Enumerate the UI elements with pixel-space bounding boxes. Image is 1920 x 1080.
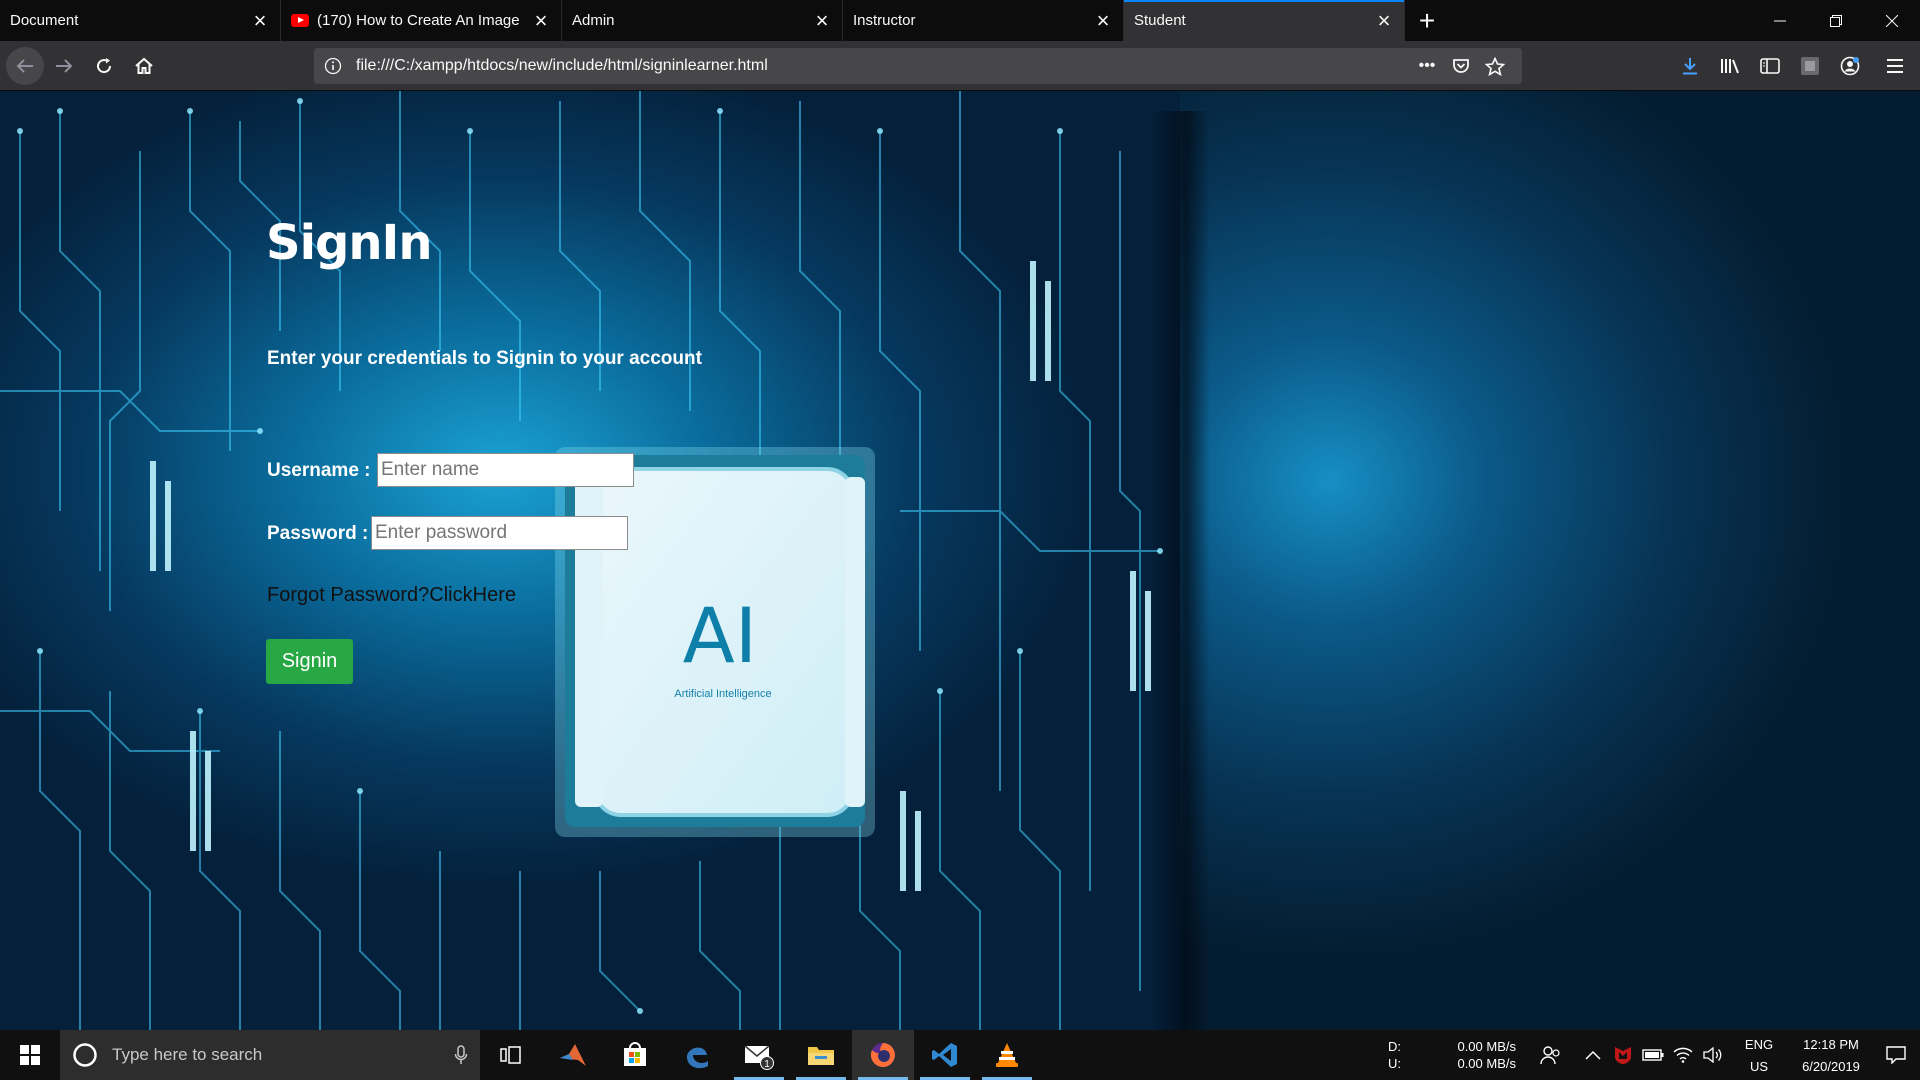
menu-icon[interactable] bbox=[1870, 46, 1920, 86]
tab-document[interactable]: Document × bbox=[0, 0, 281, 41]
tab-title: Student bbox=[1134, 12, 1186, 29]
page-title: SignIn bbox=[266, 215, 433, 271]
tab-admin[interactable]: Admin × bbox=[562, 0, 843, 41]
page-actions-icon[interactable]: ••• bbox=[1410, 51, 1444, 81]
background-glow bbox=[1180, 91, 1920, 1030]
url-text[interactable]: file:///C:/xampp/htdocs/new/include/html… bbox=[356, 57, 1410, 75]
store-icon[interactable] bbox=[604, 1030, 666, 1080]
restore-icon[interactable] bbox=[1808, 0, 1864, 41]
wifi-icon[interactable] bbox=[1668, 1030, 1698, 1080]
close-window-icon[interactable] bbox=[1864, 0, 1920, 41]
toolbar-right bbox=[1670, 41, 1920, 91]
matlab-icon[interactable] bbox=[542, 1030, 604, 1080]
tab-title: Instructor bbox=[853, 12, 916, 29]
close-tab-icon[interactable]: × bbox=[1093, 8, 1113, 33]
url-bar[interactable]: file:///C:/xampp/htdocs/new/include/html… bbox=[314, 48, 1522, 84]
bookmark-star-icon[interactable] bbox=[1478, 51, 1512, 81]
clock-time: 12:18 PM bbox=[1803, 1036, 1859, 1052]
library-icon[interactable] bbox=[1710, 46, 1750, 86]
tab-title: Admin bbox=[572, 12, 615, 29]
net-up-label: U: bbox=[1388, 1056, 1401, 1071]
username-input[interactable] bbox=[377, 453, 634, 487]
downloads-icon[interactable] bbox=[1670, 46, 1710, 86]
username-label: Username : bbox=[267, 460, 371, 481]
notifications-icon[interactable] bbox=[1872, 1030, 1920, 1080]
signin-button[interactable]: Signin bbox=[266, 639, 353, 684]
clock[interactable]: 12:18 PM 6/20/2019 bbox=[1790, 1036, 1872, 1075]
tab-strip: Document × (170) How to Create An Image … bbox=[0, 0, 1920, 41]
net-down-speed: 0.00 MB/s bbox=[1457, 1039, 1516, 1054]
new-tab-button[interactable]: + bbox=[1405, 0, 1449, 41]
show-hidden-icons-icon[interactable] bbox=[1578, 1030, 1608, 1080]
navigation-toolbar: file:///C:/xampp/htdocs/new/include/html… bbox=[0, 41, 1920, 91]
taskbar-search[interactable]: Type here to search bbox=[60, 1030, 480, 1080]
password-label: Password : bbox=[267, 523, 369, 544]
mcafee-icon[interactable] bbox=[1608, 1030, 1638, 1080]
microphone-icon[interactable] bbox=[454, 1045, 468, 1065]
extension-icon[interactable] bbox=[1790, 46, 1830, 86]
page-content: AI Artificial Intelligence SignIn Enter … bbox=[0, 91, 1920, 1030]
tab-youtube[interactable]: (170) How to Create An Image × bbox=[281, 0, 562, 41]
tab-instructor[interactable]: Instructor × bbox=[843, 0, 1124, 41]
input-language[interactable]: ENG US bbox=[1734, 1036, 1784, 1075]
search-placeholder: Type here to search bbox=[112, 1045, 263, 1064]
close-tab-icon[interactable]: × bbox=[812, 8, 832, 33]
close-tab-icon[interactable]: × bbox=[531, 8, 551, 33]
volume-icon[interactable] bbox=[1698, 1030, 1728, 1080]
battery-icon[interactable] bbox=[1638, 1030, 1668, 1080]
info-icon[interactable] bbox=[324, 57, 342, 75]
start-button[interactable] bbox=[0, 1030, 60, 1080]
tab-title: (170) How to Create An Image bbox=[317, 12, 520, 29]
back-arrow-icon bbox=[16, 58, 33, 73]
net-up-speed: 0.00 MB/s bbox=[1457, 1056, 1516, 1071]
net-labels: D: U: bbox=[1388, 1038, 1432, 1072]
net-down-label: D: bbox=[1388, 1039, 1401, 1054]
region-code: US bbox=[1749, 1058, 1769, 1074]
minimize-icon[interactable] bbox=[1752, 0, 1808, 41]
tab-student[interactable]: Student × bbox=[1124, 0, 1405, 41]
task-view-icon[interactable] bbox=[480, 1030, 542, 1080]
system-tray: D: U: 0.00 MB/s 0.00 MB/s ENG US 12:18 P… bbox=[1388, 1030, 1920, 1080]
windows-logo-icon bbox=[20, 1045, 40, 1065]
home-icon bbox=[135, 57, 153, 74]
reload-button[interactable] bbox=[84, 46, 124, 86]
pocket-icon[interactable] bbox=[1444, 51, 1478, 81]
account-icon[interactable] bbox=[1830, 46, 1870, 86]
people-icon[interactable] bbox=[1536, 1030, 1566, 1080]
cortana-icon bbox=[73, 1043, 97, 1067]
language-code: ENG bbox=[1744, 1036, 1774, 1052]
home-button[interactable] bbox=[124, 46, 164, 86]
clock-date: 6/20/2019 bbox=[1802, 1058, 1860, 1074]
forgot-password-link[interactable]: Forgot Password?ClickHere bbox=[267, 584, 516, 607]
chip-caption: Artificial Intelligence bbox=[674, 688, 771, 700]
page-subtitle: Enter your credentials to Signin to your… bbox=[267, 348, 702, 369]
sidebar-icon[interactable] bbox=[1750, 46, 1790, 86]
vlc-icon[interactable] bbox=[976, 1030, 1038, 1080]
reload-icon bbox=[97, 57, 112, 73]
edge-icon[interactable] bbox=[666, 1030, 728, 1080]
password-input[interactable] bbox=[371, 516, 628, 550]
file-explorer-icon[interactable] bbox=[790, 1030, 852, 1080]
windows-taskbar: Type here to search 1 D: U: 0.00 MB/s 0.… bbox=[0, 1030, 1920, 1080]
network-speed: 0.00 MB/s 0.00 MB/s bbox=[1432, 1038, 1516, 1072]
mail-badge: 1 bbox=[764, 1059, 770, 1070]
vscode-icon[interactable] bbox=[914, 1030, 976, 1080]
close-tab-icon[interactable]: × bbox=[250, 8, 270, 33]
firefox-icon[interactable] bbox=[852, 1030, 914, 1080]
forward-arrow-icon bbox=[56, 58, 73, 73]
close-tab-icon[interactable]: × bbox=[1374, 8, 1394, 33]
youtube-icon bbox=[291, 14, 309, 27]
tab-title: Document bbox=[10, 12, 79, 29]
mail-icon[interactable]: 1 bbox=[728, 1030, 790, 1080]
window-controls bbox=[1752, 0, 1920, 41]
back-button[interactable] bbox=[6, 46, 44, 85]
chip-label: AI bbox=[683, 591, 757, 680]
ai-chip-image: AI Artificial Intelligence bbox=[555, 447, 875, 837]
forward-button[interactable] bbox=[44, 46, 84, 86]
